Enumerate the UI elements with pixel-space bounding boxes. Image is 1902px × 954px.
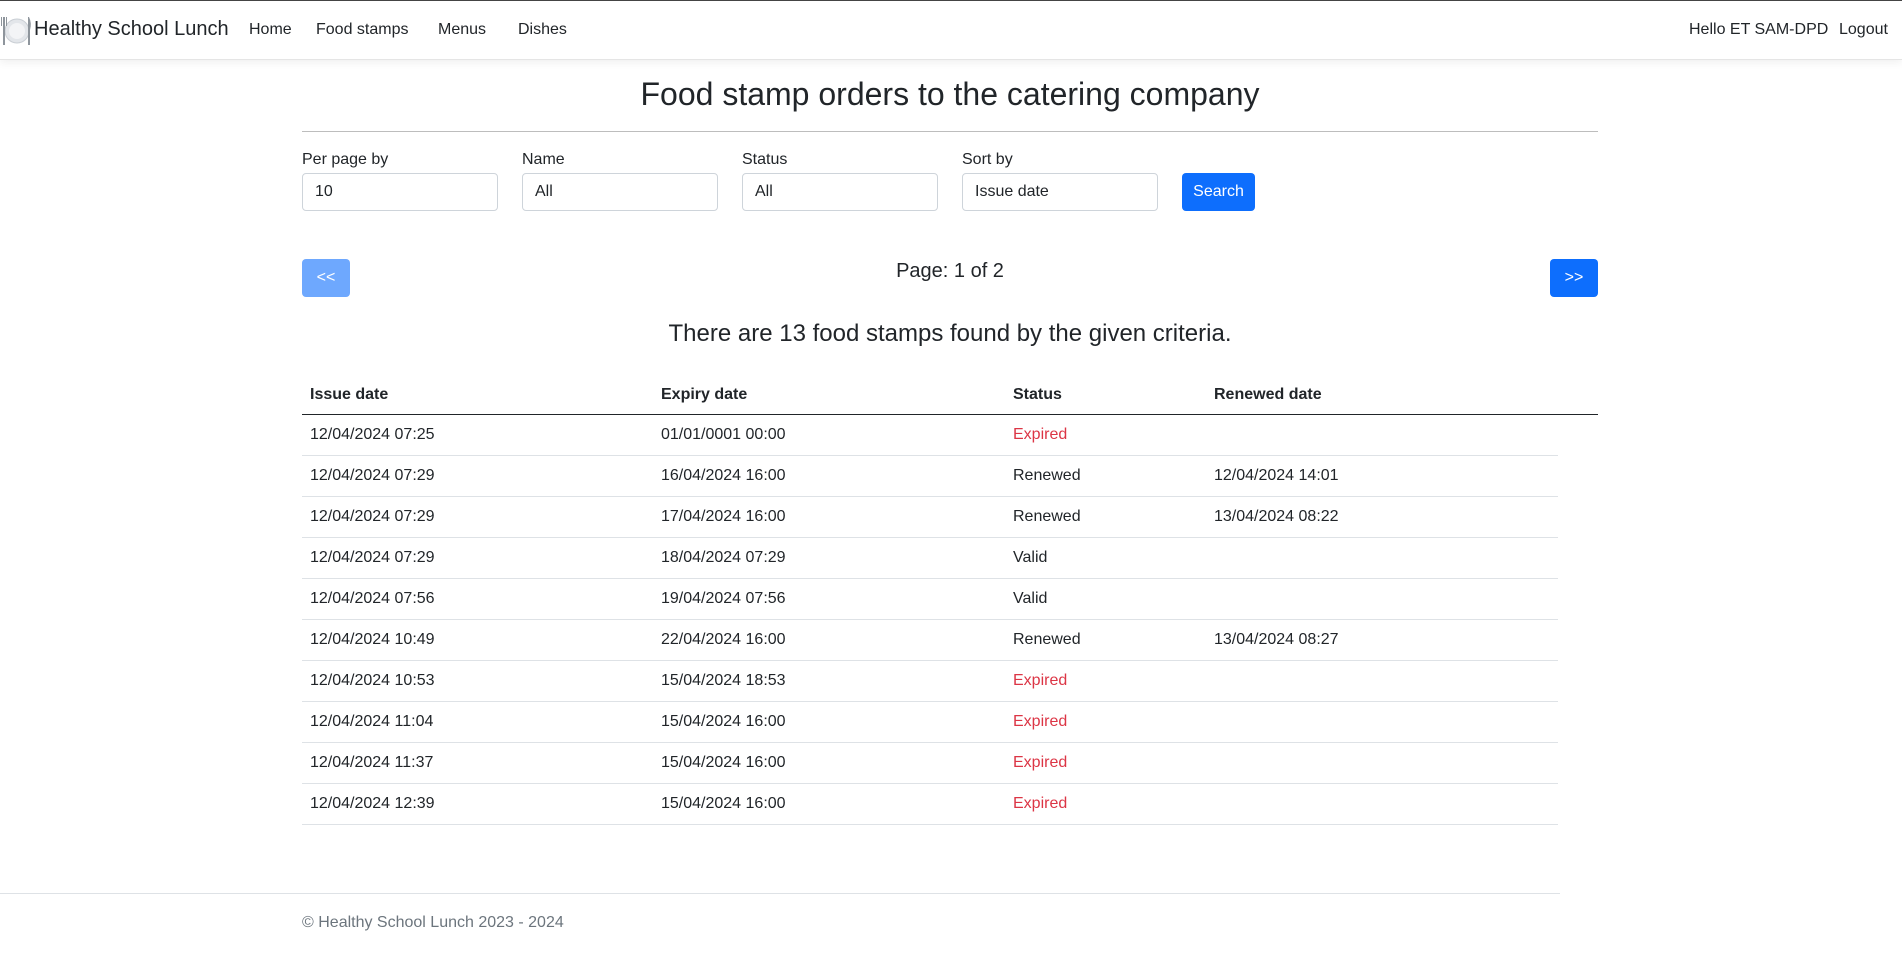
user-greeting[interactable]: Hello ET SAM-DPD: [1689, 21, 1828, 39]
footer-copyright: © Healthy School Lunch 2023 - 2024: [302, 914, 564, 931]
cell-issue-date: 12/04/2024 07:29: [310, 508, 435, 525]
table-header: Issue date Expiry date Status Renewed da…: [302, 374, 1598, 415]
cell-status: Expired: [1013, 672, 1068, 689]
table-row: 12/04/2024 07:56 19/04/2024 07:56 Valid: [302, 579, 1558, 620]
cell-status: Valid: [1013, 549, 1048, 566]
cell-expiry-date: 01/01/0001 00:00: [661, 426, 786, 443]
logout-link[interactable]: Logout: [1839, 21, 1888, 39]
cell-status: Renewed: [1013, 508, 1081, 525]
cell-expiry-date: 16/04/2024 16:00: [661, 467, 786, 484]
table-body: 12/04/2024 07:25 01/01/0001 00:00 Expired 1…: [302, 415, 1598, 825]
cell-issue-date: 12/04/2024 07:29: [310, 467, 435, 484]
cell-status: Expired: [1013, 754, 1068, 771]
cell-expiry-date: 17/04/2024 16:00: [661, 508, 786, 525]
cell-status: Renewed: [1013, 467, 1081, 484]
cell-status: Renewed: [1013, 631, 1081, 648]
cell-expiry-date: 22/04/2024 16:00: [661, 631, 786, 648]
table-row: 12/04/2024 07:29 17/04/2024 16:00 Renewed 1…: [302, 497, 1558, 538]
cell-expiry-date: 19/04/2024 07:56: [661, 590, 786, 607]
page-indicator: Page: 1 of 2: [896, 260, 1004, 282]
cell-status: Expired: [1013, 713, 1068, 730]
name-filter-input[interactable]: [522, 173, 718, 211]
sort-by-input[interactable]: [962, 173, 1158, 211]
page-title: Food stamp orders to the catering compan…: [640, 76, 1260, 112]
results-summary: There are 13 food stamps found by the gi…: [668, 320, 1232, 347]
food-stamps-table: Issue date Expiry date Status Renewed da…: [302, 374, 1598, 825]
table-row: 12/04/2024 11:37 15/04/2024 16:00 Expired: [302, 743, 1558, 784]
nav-menus[interactable]: Menus: [438, 21, 486, 39]
navbar: Healthy School Lunch Home Food stamps Me…: [0, 0, 1902, 60]
status-filter-label: Status: [742, 151, 788, 168]
per-page-label: Per page by: [302, 151, 389, 168]
column-header-issue-date: Issue date: [310, 386, 389, 403]
cell-expiry-date: 15/04/2024 16:00: [661, 754, 786, 771]
table-row: 12/04/2024 12:39 15/04/2024 16:00 Expired: [302, 784, 1558, 825]
table-row: 12/04/2024 10:53 15/04/2024 18:53 Expired: [302, 661, 1558, 702]
cell-issue-date: 12/04/2024 11:04: [310, 713, 434, 730]
next-page-button[interactable]: >>: [1550, 259, 1598, 297]
cell-status: Expired: [1013, 426, 1068, 443]
cell-renewed-date: 13/04/2024 08:22: [1214, 508, 1339, 525]
cell-renewed-date: 13/04/2024 08:27: [1214, 631, 1339, 648]
cell-renewed-date: 12/04/2024 14:01: [1214, 467, 1339, 484]
column-header-expiry-date: Expiry date: [661, 386, 748, 403]
table-row: 12/04/2024 07:29 16/04/2024 16:00 Renewed 1…: [302, 456, 1558, 497]
status-filter-input[interactable]: [742, 173, 938, 211]
search-button[interactable]: Search: [1182, 173, 1255, 211]
cell-issue-date: 12/04/2024 11:37: [310, 754, 434, 771]
cell-expiry-date: 15/04/2024 16:00: [661, 795, 786, 812]
table-row: 12/04/2024 10:49 22/04/2024 16:00 Renewed 1…: [302, 620, 1558, 661]
column-header-renewed-date: Renewed date: [1214, 386, 1322, 403]
plate-fork-knife-icon: [1, 17, 31, 45]
cell-issue-date: 12/04/2024 07:25: [310, 426, 435, 443]
brand-title[interactable]: Healthy School Lunch: [34, 18, 229, 41]
cell-expiry-date: 15/04/2024 18:53: [661, 672, 786, 689]
cell-expiry-date: 15/04/2024 16:00: [661, 713, 786, 730]
cell-expiry-date: 18/04/2024 07:29: [661, 549, 786, 566]
cell-status: Valid: [1013, 590, 1048, 607]
nav-home[interactable]: Home: [249, 21, 292, 39]
per-page-input[interactable]: [302, 173, 498, 211]
cell-status: Expired: [1013, 795, 1068, 812]
cell-issue-date: 12/04/2024 10:49: [310, 631, 435, 648]
nav-food-stamps[interactable]: Food stamps: [316, 21, 408, 39]
footer-divider: [0, 893, 1560, 894]
cell-issue-date: 12/04/2024 12:39: [310, 795, 435, 812]
name-filter-label: Name: [522, 151, 565, 168]
table-row: 12/04/2024 07:25 01/01/0001 00:00 Expired: [302, 415, 1558, 456]
table-row: 12/04/2024 07:29 18/04/2024 07:29 Valid: [302, 538, 1558, 579]
title-divider: [302, 131, 1598, 132]
nav-dishes[interactable]: Dishes: [518, 21, 567, 39]
table-row: 12/04/2024 11:04 15/04/2024 16:00 Expired: [302, 702, 1558, 743]
cell-issue-date: 12/04/2024 10:53: [310, 672, 435, 689]
column-header-status: Status: [1013, 386, 1062, 403]
sort-by-label: Sort by: [962, 151, 1013, 168]
cell-issue-date: 12/04/2024 07:56: [310, 590, 435, 607]
cell-issue-date: 12/04/2024 07:29: [310, 549, 435, 566]
